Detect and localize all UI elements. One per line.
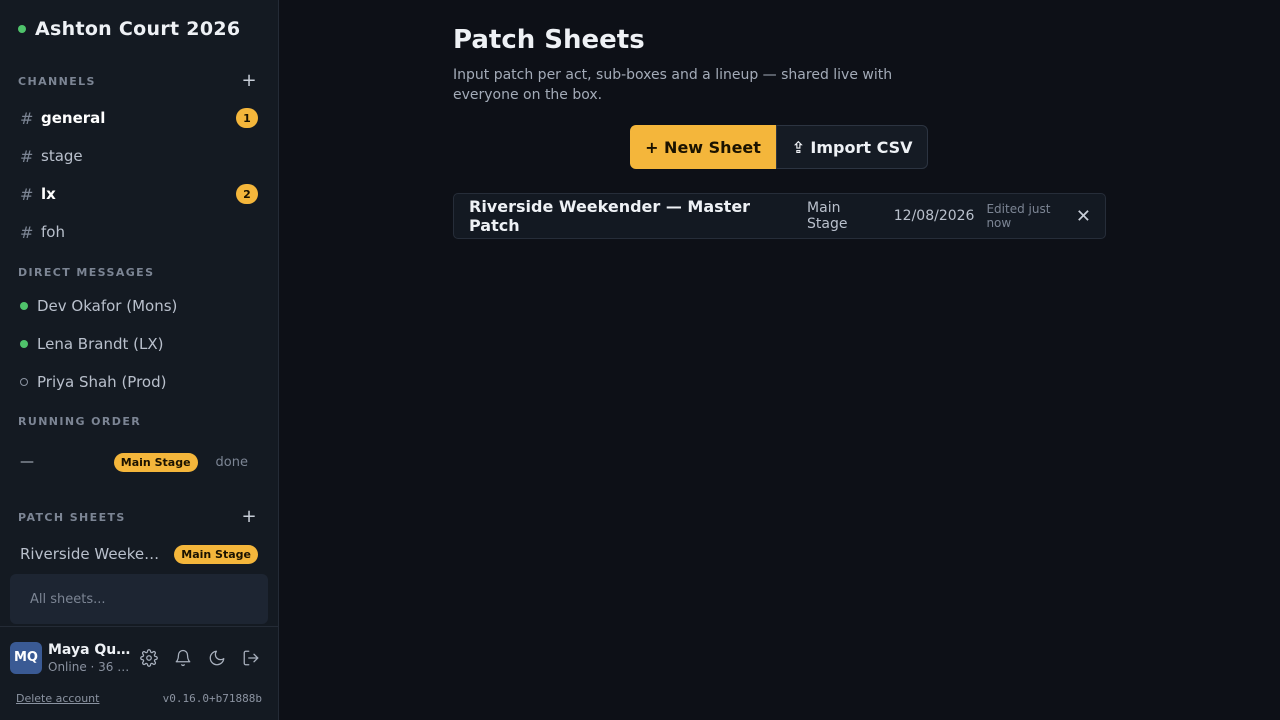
online-status-dot [20,340,28,348]
add-channel-icon[interactable]: + [242,72,258,90]
dm-heading: DIRECT MESSAGES [18,266,155,279]
user-bar: MQ Maya Quinn Online · 36 min [0,626,278,688]
online-status-dot [18,25,26,33]
sheet-card[interactable]: Riverside Weekender — Master Patch Main … [453,193,1106,239]
offline-status-dot [20,378,28,386]
bell-icon[interactable] [173,648,193,668]
add-patch-sheet-icon[interactable]: + [242,508,258,526]
hash-icon: # [20,184,34,204]
sidebar-footer: Delete account v0.16.0+b71888b [16,692,262,705]
dm-item-dev-okafor[interactable]: Dev Okafor (Mons) [20,292,258,320]
gear-icon[interactable] [139,648,159,668]
new-sheet-button[interactable]: + New Sheet [630,125,776,169]
sheet-date: 12/08/2026 [893,208,975,224]
dm-name: Priya Shah (Prod) [37,373,167,391]
channel-item-lx[interactable]: # lx 2 [20,180,258,208]
hash-icon: # [20,222,34,242]
stage-badge: Main Stage [113,452,198,472]
channel-name: general [41,109,106,127]
channel-name: foh [41,223,65,241]
stage-badge: Main Stage [174,544,258,564]
user-status: Online · 36 min [48,659,134,674]
hash-icon: # [20,146,34,166]
channel-name: stage [41,147,83,165]
running-order-section-header: RUNNING ORDER [18,415,258,428]
patch-sheet-name: Riverside Weekender — Master Patch [20,545,165,563]
all-sheets-button[interactable]: All sheets... [10,574,268,624]
moon-icon[interactable] [207,648,227,668]
patch-sheets-heading: PATCH SHEETS [18,510,126,524]
sidebar: Ashton Court 2026 CHANNELS + # general 1… [0,0,279,720]
unread-badge: 1 [236,108,258,128]
running-order-dash: — [20,454,34,470]
hash-icon: # [20,108,34,128]
delete-account-link[interactable]: Delete account [16,692,99,705]
logout-icon[interactable] [241,648,261,668]
page-title: Patch Sheets [453,25,645,55]
online-status-dot [20,302,28,310]
unread-badge: 2 [236,184,258,204]
main-content: Patch Sheets Input patch per act, sub-bo… [279,0,1280,720]
import-csv-button[interactable]: ⇪ Import CSV [776,125,928,169]
patch-sheet-item[interactable]: Riverside Weekender — Master Patch Main … [20,542,258,566]
dm-item-lena-brandt[interactable]: Lena Brandt (LX) [20,330,258,358]
dm-section-header: DIRECT MESSAGES [18,266,258,279]
sheet-stage: Main Stage [807,200,848,232]
sheet-edited-status: Edited just now [986,202,1051,230]
channel-name: lx [41,185,56,203]
running-order-item[interactable]: — Main Stage done [20,450,248,474]
user-name: Maya Quinn [48,641,134,658]
dm-name: Lena Brandt (LX) [37,335,164,353]
sheet-title: Riverside Weekender — Master Patch [469,197,751,235]
dm-name: Dev Okafor (Mons) [37,297,178,315]
avatar[interactable]: MQ [10,641,42,674]
channels-section-header: CHANNELS + [18,72,258,90]
running-order-heading: RUNNING ORDER [18,415,142,428]
user-info: Maya Quinn Online · 36 min [48,642,134,674]
dm-item-priya-shah[interactable]: Priya Shah (Prod) [20,368,258,396]
close-icon[interactable]: ✕ [1076,206,1091,227]
channels-heading: CHANNELS [18,74,96,88]
channel-item-foh[interactable]: # foh [20,218,258,246]
page-subtitle: Input patch per act, sub-boxes and a lin… [453,67,893,103]
channel-item-general[interactable]: # general 1 [20,104,258,132]
running-order-status: done [215,454,248,470]
workspace-name: Ashton Court 2026 [35,18,241,40]
patch-sheets-section-header: PATCH SHEETS + [18,508,258,526]
version-label: v0.16.0+b71888b [162,692,262,705]
workspace-title[interactable]: Ashton Court 2026 [18,18,240,40]
channel-item-stage[interactable]: # stage [20,142,258,170]
